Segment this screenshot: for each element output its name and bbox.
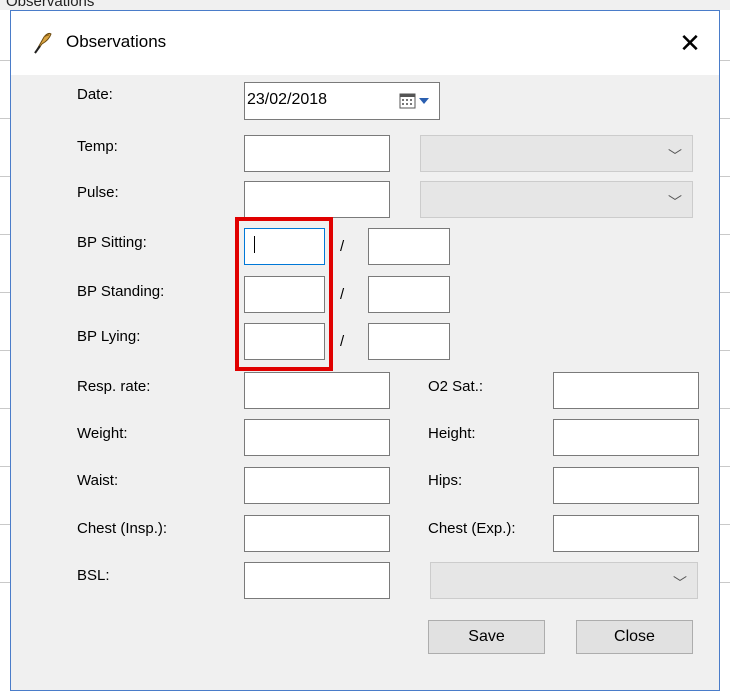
bp-lying-systolic-input[interactable] [244, 323, 325, 360]
bsl-input[interactable] [244, 562, 390, 599]
chevron-down-icon: ﹀ [668, 194, 682, 210]
save-button[interactable]: Save [428, 620, 545, 654]
height-input[interactable] [553, 419, 699, 456]
calendar-dropdown-icon[interactable] [399, 92, 433, 110]
temp-label: Temp: [77, 138, 118, 155]
bsl-label: BSL: [77, 567, 110, 584]
chest-exp-input[interactable] [553, 515, 699, 552]
bp-sitting-diastolic-input[interactable] [368, 228, 450, 265]
weight-label: Weight: [77, 425, 128, 442]
date-label: Date: [77, 86, 113, 103]
resp-rate-label: Resp. rate: [77, 378, 151, 395]
text-cursor [254, 236, 255, 253]
chevron-down-icon: ﹀ [668, 148, 682, 164]
temp-input[interactable] [244, 135, 390, 172]
background-window-caption: Observations [6, 0, 95, 10]
pulse-input[interactable] [244, 181, 390, 218]
waist-label: Waist: [77, 472, 119, 489]
bp-sitting-label: BP Sitting: [77, 234, 147, 251]
chevron-down-icon: ﹀ [673, 575, 687, 591]
pulse-type-select[interactable]: ﹀ [420, 181, 693, 218]
bp-sitting-systolic-input[interactable] [244, 228, 325, 265]
title-bar[interactable]: Observations ✕ [11, 11, 719, 75]
chest-exp-label: Chest (Exp.): [428, 520, 516, 537]
close-button[interactable]: Close [576, 620, 693, 654]
o2-sat-input[interactable] [553, 372, 699, 409]
window-title: Observations [66, 32, 167, 51]
background-window-strip: Observations [0, 0, 730, 10]
pulse-label: Pulse: [77, 184, 119, 201]
bp-standing-systolic-input[interactable] [244, 276, 325, 313]
bp-standing-diastolic-input[interactable] [368, 276, 450, 313]
resp-rate-input[interactable] [244, 372, 390, 409]
temp-unit-select[interactable]: ﹀ [420, 135, 693, 172]
bp-sitting-separator: / [340, 238, 345, 255]
height-label: Height: [428, 425, 476, 442]
chest-insp-input[interactable] [244, 515, 390, 552]
weight-input[interactable] [244, 419, 390, 456]
date-picker[interactable]: 23/02/2018 [244, 82, 440, 120]
bp-standing-label: BP Standing: [77, 283, 165, 300]
bsl-select[interactable]: ﹀ [430, 562, 698, 599]
close-window-button[interactable]: ✕ [661, 11, 719, 75]
bp-lying-diastolic-input[interactable] [368, 323, 450, 360]
o2-sat-label: O2 Sat.: [428, 378, 484, 395]
hips-label: Hips: [428, 472, 463, 489]
date-value: 23/02/2018 [247, 91, 328, 108]
bp-standing-separator: / [340, 286, 345, 303]
bp-lying-label: BP Lying: [77, 328, 141, 345]
waist-input[interactable] [244, 467, 390, 504]
hips-input[interactable] [553, 467, 699, 504]
bp-lying-separator: / [340, 333, 345, 350]
chest-insp-label: Chest (Insp.): [77, 520, 168, 537]
quill-pen-icon [34, 32, 52, 54]
